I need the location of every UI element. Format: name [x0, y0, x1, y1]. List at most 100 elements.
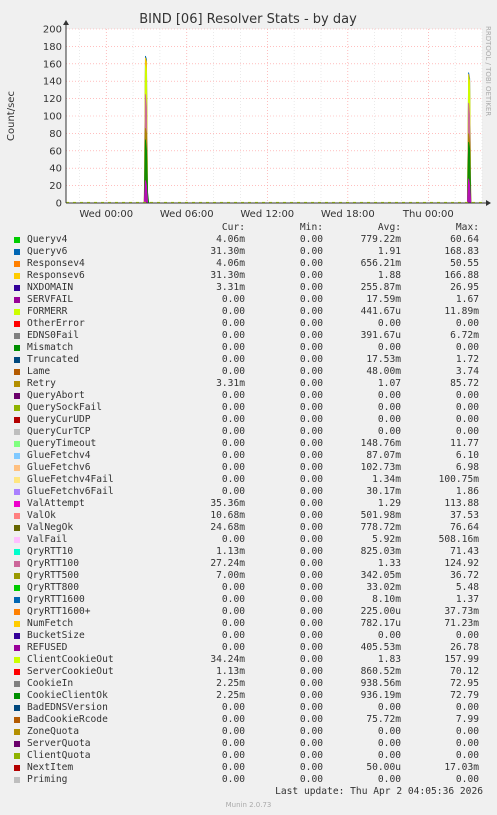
legend-min: 0.00 [299, 510, 323, 521]
legend-avg: 0.00 [377, 702, 401, 713]
legend-avg: 1.34m [372, 474, 401, 485]
chart: 0 20 40 60 80 100 120 140 160 180 200 Wed 00:00 Wed … [6, 12, 492, 220]
legend-avg: 501.98m [360, 510, 401, 521]
legend-cur: 0.00 [221, 438, 245, 449]
y-tick-label: 160 [43, 59, 62, 70]
legend-name: GlueFetchv6Fail [27, 486, 114, 497]
legend-min: 0.00 [299, 246, 323, 257]
x-tick-label: Wed 18:00 [321, 209, 375, 220]
legend-max: 157.99 [444, 654, 479, 665]
legend-min: 0.00 [299, 486, 323, 497]
x-axis-arrow [486, 200, 491, 206]
legend-avg: 0.00 [377, 426, 401, 437]
legend-swatch [14, 729, 20, 735]
legend-entry: CookieClientOk 2.25m 0.00 936.19m 72.79 [14, 690, 488, 702]
legend-name: ZoneQuota [27, 726, 79, 737]
x-tick-label: Thu 00:00 [402, 209, 454, 220]
legend-name: ClientQuota [27, 750, 91, 761]
legend-swatch [14, 573, 20, 579]
legend-cur: 0.00 [221, 726, 245, 737]
legend-cur: 10.68m [210, 510, 245, 521]
legend-entry: Queryv4 4.06m 0.00 779.22m 60.64 [14, 234, 488, 246]
legend-swatch [14, 417, 20, 423]
legend-name: QryRTT800 [27, 582, 79, 593]
legend-swatch [14, 693, 20, 699]
legend-max: 85.72 [450, 378, 479, 389]
legend-avg: 0.00 [377, 414, 401, 425]
legend-name: QueryCurUDP [27, 414, 91, 425]
legend-min: 0.00 [299, 714, 323, 725]
legend-max: 508.16m [438, 534, 479, 545]
legend-max: 71.23m [444, 618, 479, 629]
legend-entry: GlueFetchv4 0.00 0.00 87.07m 6.10 [14, 450, 488, 462]
legend-min: 0.00 [299, 330, 323, 341]
legend-entry: NumFetch 0.00 0.00 782.17u 71.23m [14, 618, 488, 630]
legend-cur: 0.00 [221, 606, 245, 617]
legend-avg: 17.53m [366, 354, 401, 365]
legend-swatch [14, 345, 20, 351]
legend-name: QueryTimeout [27, 438, 97, 449]
legend-name: Priming [27, 774, 68, 785]
legend-avg: 441.67u [360, 306, 401, 317]
legend-entry: QueryTimeout 0.00 0.00 148.76m 11.77 [14, 438, 488, 450]
legend-entry: ServerQuota 0.00 0.00 0.00 0.00 [14, 738, 488, 750]
legend-entry: ValNegOk 24.68m 0.00 778.72m 76.64 [14, 522, 488, 534]
legend-avg: 5.92m [372, 534, 401, 545]
legend-name: QryRTT1600+ [27, 606, 91, 617]
legend-swatch [14, 477, 20, 483]
legend-min: 0.00 [299, 474, 323, 485]
legend-max: 17.03m [444, 762, 479, 773]
legend-swatch [14, 597, 20, 603]
legend-swatch [14, 357, 20, 363]
legend-cur: 0.00 [221, 342, 245, 353]
legend-max: 26.78 [450, 642, 479, 653]
legend-max: 11.77 [450, 438, 479, 449]
legend-min: 0.00 [299, 606, 323, 617]
legend-cur: 0.00 [221, 306, 245, 317]
legend-cur: 31.30m [210, 246, 245, 257]
legend-name: NextItem [27, 762, 74, 773]
legend-swatch [14, 765, 20, 771]
legend-avg: 0.00 [377, 402, 401, 413]
legend-entry: ZoneQuota 0.00 0.00 0.00 0.00 [14, 726, 488, 738]
legend-max: 113.88 [444, 498, 479, 509]
legend-name: QryRTT1600 [27, 594, 85, 605]
legend-name: ServerQuota [27, 738, 91, 749]
legend-name: QryRTT10 [27, 546, 74, 557]
legend-min: 0.00 [299, 354, 323, 365]
legend-max: 100.75m [438, 474, 479, 485]
legend-max: 11.89m [444, 306, 479, 317]
legend-min: 0.00 [299, 726, 323, 737]
legend-entry: Truncated 0.00 0.00 17.53m 1.72 [14, 354, 488, 366]
legend-min: 0.00 [299, 270, 323, 281]
legend-min: 0.00 [299, 438, 323, 449]
legend-entry: Lame 0.00 0.00 48.00m 3.74 [14, 366, 488, 378]
legend-min: 0.00 [299, 294, 323, 305]
legend-entry: ValOk 10.68m 0.00 501.98m 37.53 [14, 510, 488, 522]
legend-name: Truncated [27, 354, 79, 365]
legend-min: 0.00 [299, 594, 323, 605]
legend-name: Queryv6 [27, 246, 68, 257]
legend-entry: QuerySockFail 0.00 0.00 0.00 0.00 [14, 402, 488, 414]
legend-min: 0.00 [299, 774, 323, 785]
legend-max: 0.00 [455, 342, 479, 353]
legend-cur: 7.00m [216, 570, 245, 581]
legend-swatch [14, 549, 20, 555]
legend-entry: Priming 0.00 0.00 0.00 0.00 [14, 774, 488, 786]
legend-min: 0.00 [299, 318, 323, 329]
legend-cur: 0.00 [221, 474, 245, 485]
x-tick-label: Wed 12:00 [240, 209, 294, 220]
legend-min: 0.00 [299, 426, 323, 437]
legend-cur: 0.00 [221, 642, 245, 653]
legend-name: ValFail [27, 534, 68, 545]
legend-swatch [14, 561, 20, 567]
legend-max: 0.00 [455, 630, 479, 641]
legend-swatch [14, 585, 20, 591]
legend-max: 50.55 [450, 258, 479, 269]
legend-max: 3.74 [455, 366, 479, 377]
legend-swatch [14, 705, 20, 711]
legend-name: ValAttempt [27, 498, 85, 509]
legend-avg: 825.03m [360, 546, 401, 557]
legend-header-max: Max: [455, 222, 479, 233]
legend-swatch [14, 669, 20, 675]
